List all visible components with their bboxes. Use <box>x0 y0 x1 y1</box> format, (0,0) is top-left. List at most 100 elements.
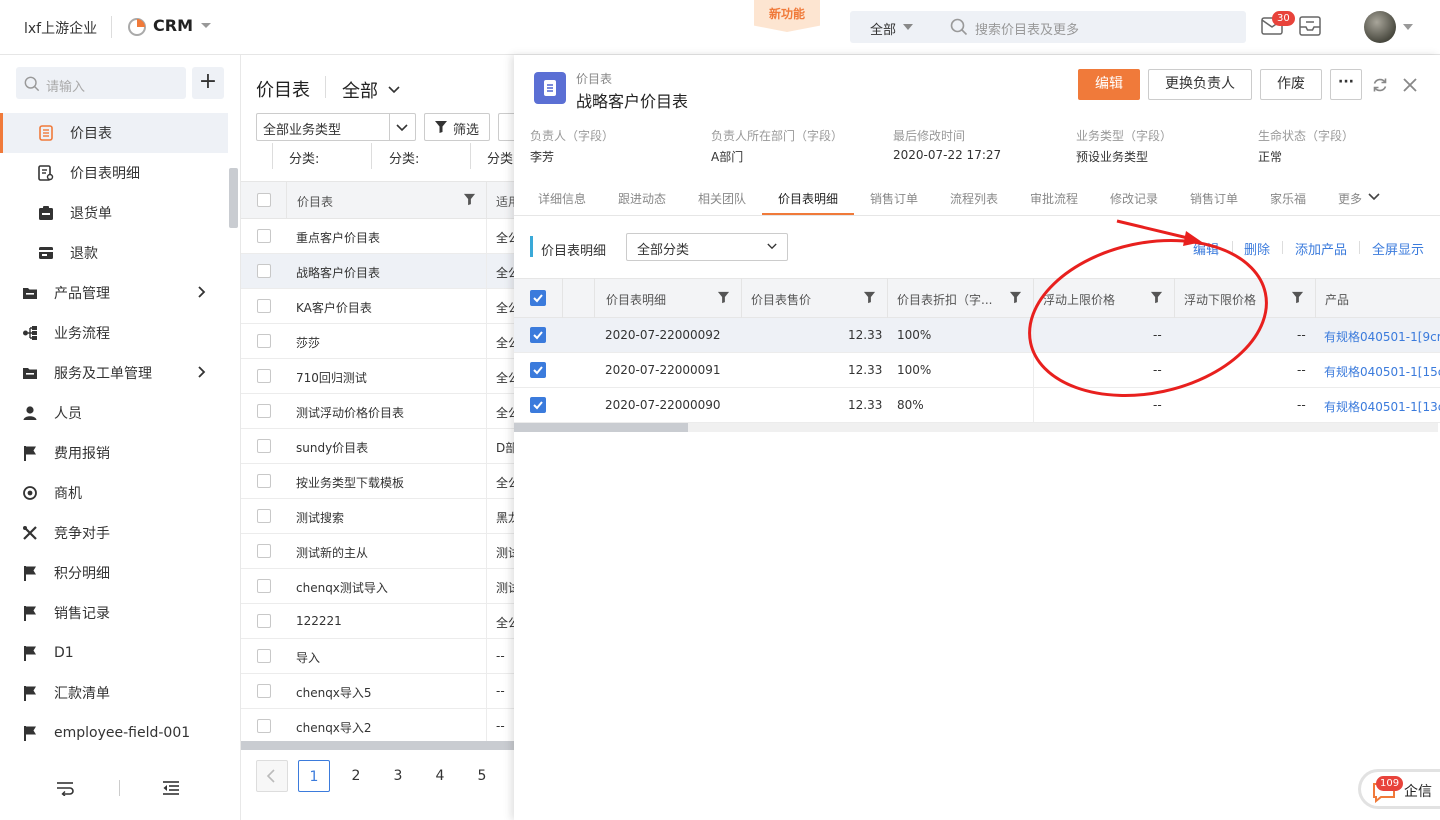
row-checkbox[interactable] <box>257 684 271 698</box>
pricebook-name[interactable]: 测试浮动价格价目表 <box>296 404 404 421</box>
pricebook-name[interactable]: chenqx导入2 <box>296 719 372 736</box>
row-checkbox[interactable] <box>257 229 271 243</box>
detail-id[interactable]: 2020-07-22000092 <box>605 328 721 342</box>
row-checkbox[interactable] <box>257 404 271 418</box>
row-checkbox[interactable] <box>530 362 546 378</box>
chevron-down-icon[interactable] <box>767 243 777 250</box>
row-checkbox[interactable] <box>257 614 271 628</box>
filter-icon[interactable] <box>1150 291 1163 304</box>
page-button[interactable]: 1 <box>298 760 330 792</box>
chevron-left-icon[interactable] <box>266 769 276 783</box>
product-link[interactable]: 有规格040501-1[9cm <box>1324 328 1440 345</box>
row-checkbox[interactable] <box>257 474 271 488</box>
table-row[interactable]: sundy价目表 D部 <box>241 429 514 464</box>
pricebook-name[interactable]: 重点客户价目表 <box>296 229 380 246</box>
category-filter[interactable]: 分类: <box>289 148 319 167</box>
sidebar-search-box[interactable] <box>16 67 186 99</box>
sidebar-item-points[interactable]: 积分明细 <box>0 553 228 593</box>
filter-icon[interactable] <box>1291 291 1304 304</box>
sidebar-item-sales-record[interactable]: 销售记录 <box>0 593 228 633</box>
sidebar-item-business-flow[interactable]: 业务流程 <box>0 313 228 353</box>
sidebar-scrollbar[interactable] <box>229 168 238 228</box>
sidebar-item-pricebook[interactable]: 价目表 <box>0 113 228 153</box>
page-button[interactable]: 5 <box>466 760 498 792</box>
business-type-value[interactable]: 全部业务类型 <box>263 119 341 138</box>
company-name[interactable]: lxf上游企业 <box>24 18 97 38</box>
filter-label[interactable]: 筛选 <box>453 119 479 138</box>
chevron-down-icon[interactable] <box>1368 193 1380 201</box>
tab-followup[interactable]: 跟进动态 <box>618 190 666 207</box>
detail-id[interactable]: 2020-07-22000090 <box>605 398 721 412</box>
pricebook-name[interactable]: chenqx测试导入 <box>296 579 388 596</box>
horizontal-scrollbar[interactable] <box>514 423 688 432</box>
table-row[interactable]: 战略客户价目表 全公 <box>241 254 514 289</box>
product-link[interactable]: 有规格040501-1[13cr <box>1324 398 1440 415</box>
row-checkbox[interactable] <box>257 719 271 733</box>
select-all-checkbox[interactable] <box>530 290 546 306</box>
pricebook-name[interactable]: 测试新的主从 <box>296 544 368 561</box>
sidebar-item-remittance[interactable]: 汇款清单 <box>0 673 228 713</box>
chevron-down-icon[interactable] <box>1403 24 1413 30</box>
refresh-icon[interactable] <box>1372 77 1388 93</box>
table-row[interactable]: 2020-07-22000090 12.33 80% -- -- 有规格0405… <box>514 388 1440 423</box>
pricebook-name[interactable]: KA客户价目表 <box>296 299 372 316</box>
sidebar-item-opportunity[interactable]: 商机 <box>0 473 228 513</box>
chevron-down-icon[interactable] <box>200 22 212 30</box>
pricebook-name[interactable]: 按业务类型下载模板 <box>296 474 404 491</box>
row-checkbox[interactable] <box>257 544 271 558</box>
add-product-link[interactable]: 添加产品 <box>1295 239 1347 258</box>
column-header[interactable]: 价目表明细 <box>606 291 666 308</box>
row-checkbox[interactable] <box>257 334 271 348</box>
horizontal-scrollbar[interactable] <box>241 741 514 750</box>
pricebook-name[interactable]: 导入 <box>296 649 320 666</box>
filter-icon[interactable] <box>1009 291 1022 304</box>
collapse-menu-icon[interactable] <box>162 780 180 796</box>
pricebook-name[interactable]: 战略客户价目表 <box>296 264 380 281</box>
page-button[interactable]: 4 <box>424 760 456 792</box>
row-checkbox[interactable] <box>257 649 271 663</box>
category-filter[interactable]: 分类 <box>487 148 514 167</box>
filter-icon[interactable] <box>463 193 476 206</box>
change-owner-button[interactable]: 更换负责人 <box>1148 69 1252 100</box>
pricebook-name[interactable]: 122221 <box>296 614 342 628</box>
list-scope-select[interactable]: 全部 <box>342 77 378 103</box>
table-row[interactable]: 莎莎 全公 <box>241 324 514 359</box>
row-checkbox[interactable] <box>257 264 271 278</box>
sidebar-item-pricebook-detail[interactable]: 价目表明细 <box>0 153 228 193</box>
edit-link[interactable]: 编辑 <box>1193 239 1219 258</box>
tab-sales-order-2[interactable]: 销售订单 <box>1190 190 1238 207</box>
sidebar-item-personnel[interactable]: 人员 <box>0 393 228 433</box>
table-row[interactable]: chenqx导入5 -- <box>241 674 514 709</box>
delete-link[interactable]: 删除 <box>1244 239 1270 258</box>
list-more-button[interactable] <box>498 113 514 141</box>
wrap-lines-icon[interactable] <box>56 780 74 796</box>
table-row[interactable]: 2020-07-22000091 12.33 100% -- -- 有规格040… <box>514 353 1440 388</box>
tab-carrefour[interactable]: 家乐福 <box>1270 190 1306 207</box>
inbox-icon[interactable] <box>1298 15 1322 37</box>
new-feature-badge[interactable]: 新功能 <box>754 0 820 32</box>
table-row[interactable]: 2020-07-22000092 12.33 100% -- -- 有规格040… <box>514 318 1440 353</box>
column-header[interactable]: 价目表售价 <box>751 291 811 308</box>
sidebar-item-service-management[interactable]: 服务及工单管理 <box>0 353 228 393</box>
row-checkbox[interactable] <box>257 579 271 593</box>
qixin-label[interactable]: 企信 <box>1404 781 1432 801</box>
row-checkbox[interactable] <box>257 509 271 523</box>
column-header[interactable]: 浮动下限价格 <box>1184 291 1256 308</box>
sidebar-search-input[interactable]: 请输入 <box>46 76 85 95</box>
filter-icon[interactable] <box>863 291 876 304</box>
column-header[interactable]: 产品 <box>1325 291 1349 308</box>
category-select-value[interactable]: 全部分类 <box>637 239 689 258</box>
pricebook-name[interactable]: 测试搜索 <box>296 509 344 526</box>
tab-more[interactable]: 更多 <box>1338 190 1362 207</box>
table-row[interactable]: 测试浮动价格价目表 全公 <box>241 394 514 429</box>
select-all-checkbox[interactable] <box>257 193 271 207</box>
tab-sales-order[interactable]: 销售订单 <box>870 190 918 207</box>
sidebar-item-employee-field[interactable]: employee-field-001 <box>0 713 228 753</box>
pricebook-name[interactable]: sundy价目表 <box>296 439 368 456</box>
tab-team[interactable]: 相关团队 <box>698 190 746 207</box>
sidebar-item-product-management[interactable]: 产品管理 <box>0 273 228 313</box>
table-row[interactable]: 按业务类型下载模板 全公 <box>241 464 514 499</box>
chevron-down-icon[interactable] <box>396 124 408 132</box>
row-checkbox[interactable] <box>530 327 546 343</box>
void-button[interactable]: 作废 <box>1260 69 1322 100</box>
